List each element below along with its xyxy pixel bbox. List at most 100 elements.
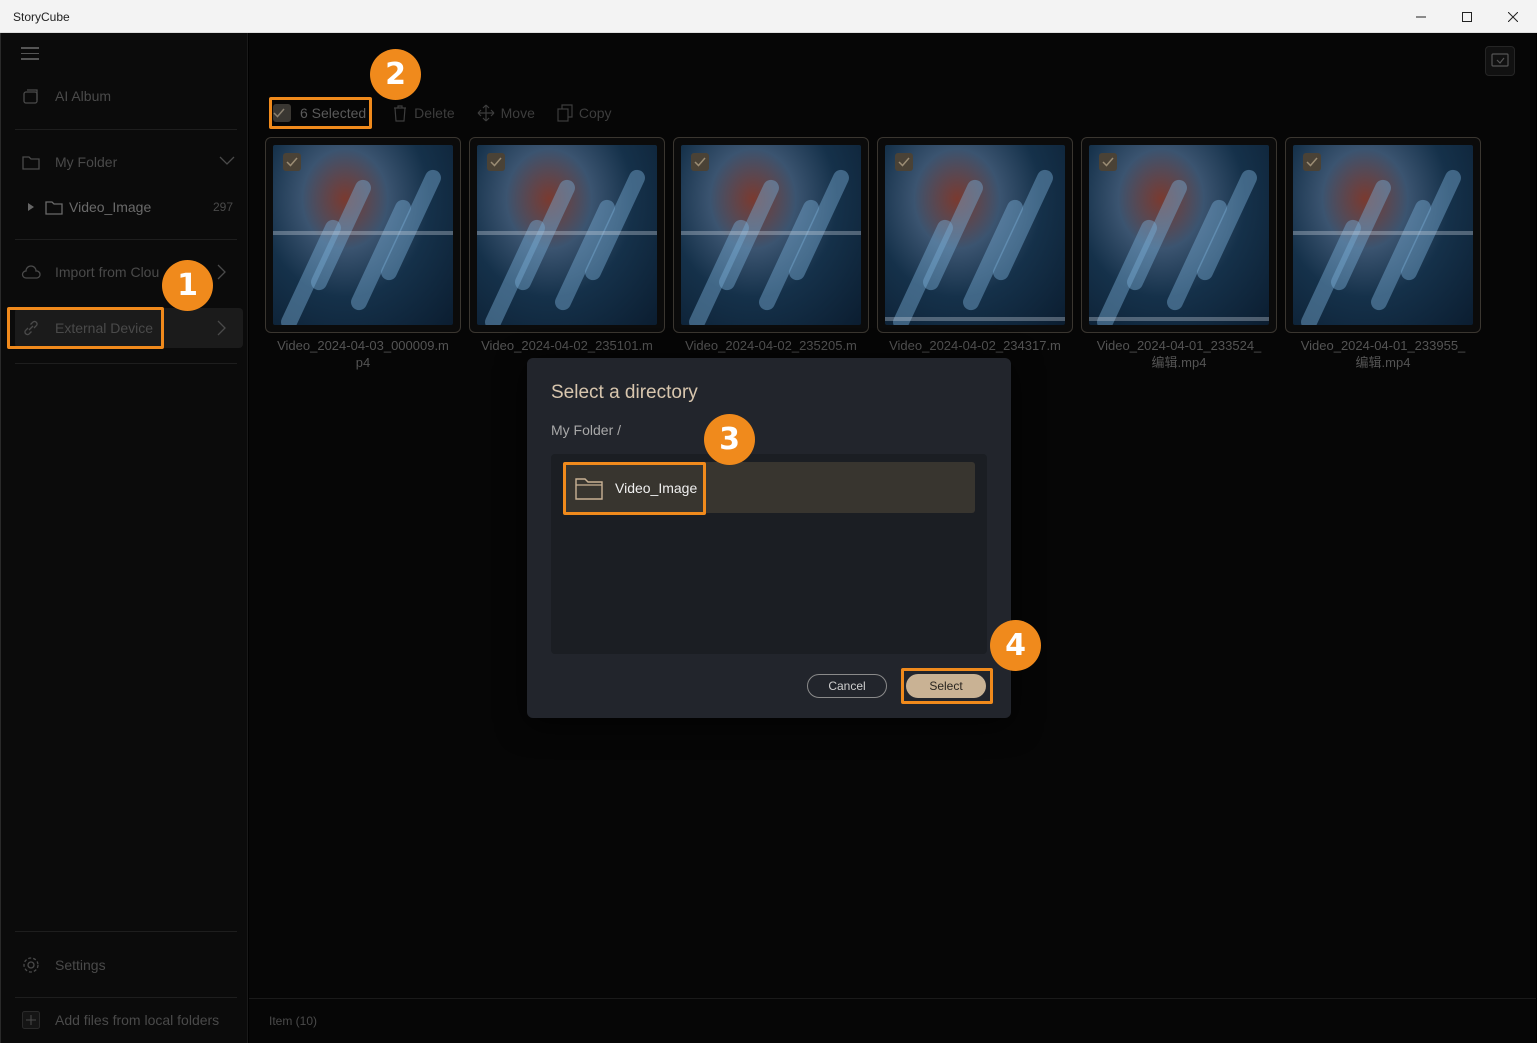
step-badge-1: 1 (162, 260, 213, 311)
sidebar-item-label: Import from Clou (55, 264, 160, 280)
sidebar-item-settings[interactable]: Settings (15, 945, 243, 985)
file-card[interactable] (1285, 137, 1481, 333)
cancel-button[interactable]: Cancel (807, 674, 887, 698)
copy-icon (557, 104, 573, 122)
card-checkbox[interactable] (691, 153, 709, 171)
check-icon (490, 157, 502, 167)
app-title: StoryCube (13, 10, 70, 24)
file-name: Video_2024-04-02_235205.m (673, 337, 869, 354)
move-label: Move (500, 105, 535, 121)
card-checkbox[interactable] (487, 153, 505, 171)
copy-button[interactable]: Copy (557, 104, 612, 122)
check-icon (694, 157, 706, 167)
check-icon (1102, 157, 1114, 167)
sidebar-item-label: External Device (55, 320, 154, 336)
card-checkbox[interactable] (895, 153, 913, 171)
video-thumbnail (477, 145, 657, 325)
video-thumbnail (273, 145, 453, 325)
file-name: Video_2024-04-01_233524_ 编辑.mp4 (1081, 337, 1277, 371)
video-thumbnail (1293, 145, 1473, 325)
folder-icon (45, 201, 63, 215)
slideshow-icon (1491, 53, 1509, 67)
video-thumbnail (1089, 145, 1269, 325)
check-icon (898, 157, 910, 167)
slideshow-button[interactable] (1485, 46, 1515, 76)
title-bar: StoryCube (0, 0, 1537, 33)
plus-icon (21, 1010, 41, 1030)
dialog-title: Select a directory (551, 382, 698, 403)
step-badge-4: 4 (990, 620, 1041, 671)
checkbox-icon (273, 104, 291, 122)
sidebar-item-my-folder[interactable]: My Folder (15, 142, 243, 182)
status-bar: Item (10) (249, 998, 1536, 1043)
file-card[interactable] (265, 137, 461, 333)
folder-icon (21, 152, 41, 172)
file-name-line: Video_2024-04-01_233524_ (1096, 338, 1262, 353)
gear-icon (21, 955, 41, 975)
check-icon (1306, 157, 1318, 167)
subfolder-name: Video_Image (69, 199, 152, 215)
card-checkbox[interactable] (1099, 153, 1117, 171)
file-name: Video_2024-04-03_000009.m p4 (265, 337, 461, 371)
trash-icon (394, 105, 407, 122)
file-card[interactable] (877, 137, 1073, 333)
sidebar: AI Album My Folder Video_Image 297 Impor… (0, 33, 248, 1043)
minimize-icon (1416, 16, 1426, 17)
breadcrumb[interactable]: My Folder / (551, 422, 621, 438)
sidebar-item-ai-album[interactable]: AI Album (15, 76, 243, 116)
sidebar-item-label: Add files from local folders (55, 1012, 220, 1028)
move-icon (477, 104, 495, 122)
check-icon (286, 157, 298, 167)
sidebar-item-label: Settings (55, 957, 106, 973)
file-card[interactable] (469, 137, 665, 333)
file-name-line: Video_2024-04-01_233955_ (1300, 338, 1466, 353)
expand-arrow-icon (28, 203, 34, 211)
move-button[interactable]: Move (477, 104, 535, 122)
item-count: Item (10) (269, 1014, 318, 1028)
file-name-line: 编辑.mp4 (1151, 355, 1207, 370)
divider (15, 931, 237, 932)
file-card[interactable] (1081, 137, 1277, 333)
card-checkbox[interactable] (283, 153, 301, 171)
select-all-toggle[interactable]: 6 Selected (269, 99, 370, 127)
chevron-down-icon (219, 156, 235, 165)
list-item-video-image[interactable]: Video_Image (565, 462, 975, 513)
sidebar-item-external-device[interactable]: External Device (15, 308, 243, 348)
divider (15, 363, 237, 364)
link-icon (21, 318, 41, 338)
sidebar-item-add-files[interactable]: Add files from local folders (15, 1000, 243, 1040)
directory-list: Video_Image (551, 454, 987, 654)
select-button[interactable]: Select (906, 674, 986, 698)
delete-label: Delete (414, 105, 455, 121)
sidebar-subitem-video-image[interactable]: Video_Image 297 (23, 195, 237, 219)
copy-label: Copy (578, 105, 612, 121)
file-name-line: Video_2024-04-02_235205.m (685, 338, 857, 353)
maximize-icon (1462, 11, 1472, 22)
file-name-line: Video_2024-04-03_000009.m (277, 338, 449, 353)
video-thumbnail (885, 145, 1065, 325)
chevron-right-icon (217, 264, 226, 280)
menu-icon[interactable] (21, 47, 39, 61)
delete-button[interactable]: Delete (392, 104, 455, 122)
album-icon (21, 86, 41, 106)
select-directory-dialog: Select a directory My Folder / Video_Ima… (527, 358, 1011, 718)
minimize-button[interactable] (1398, 0, 1444, 33)
file-name-line: Video_2024-04-02_234317.m (889, 338, 1061, 353)
divider (15, 997, 237, 998)
file-name-line: p4 (355, 355, 371, 370)
toolbar: 6 Selected Delete Move Copy (269, 97, 634, 129)
card-checkbox[interactable] (1303, 153, 1321, 171)
maximize-button[interactable] (1444, 0, 1490, 33)
video-thumbnail (681, 145, 861, 325)
selected-count: 6 Selected (300, 105, 367, 121)
close-button[interactable] (1490, 0, 1536, 33)
subfolder-count: 297 (212, 200, 233, 214)
close-icon (1508, 11, 1518, 22)
file-name-line: Video_2024-04-02_235101.m (481, 338, 653, 353)
folder-name: Video_Image (615, 479, 698, 496)
folder-icon (575, 477, 603, 500)
file-name: Video_2024-04-01_233955_ 编辑.mp4 (1285, 337, 1481, 371)
divider (15, 239, 237, 240)
chevron-right-icon (217, 320, 226, 336)
file-card[interactable] (673, 137, 869, 333)
